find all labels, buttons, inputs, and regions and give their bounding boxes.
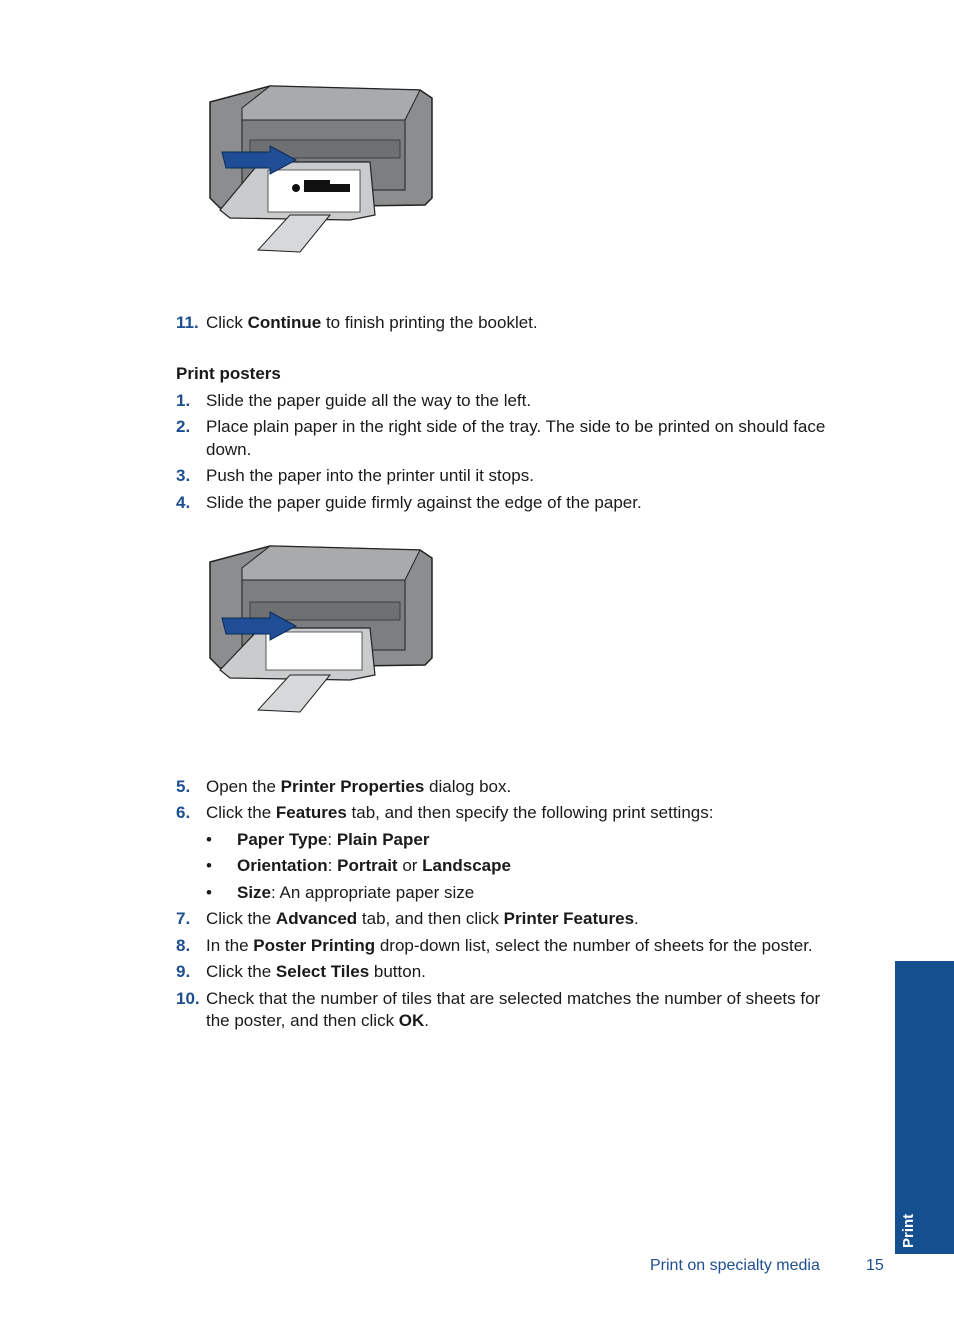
- step-number: 7.: [176, 909, 191, 928]
- step-text: drop-down list, select the number of she…: [375, 936, 813, 955]
- footer-page-number: 15: [866, 1257, 884, 1274]
- step-2-continued: down.: [206, 440, 252, 459]
- step-4: 4. Slide the paper guide firmly against t…: [176, 492, 894, 514]
- footer-section-title: Print on specialty media: [650, 1257, 820, 1274]
- step-text: .: [424, 1011, 430, 1030]
- ui-term-continue: Continue: [247, 313, 322, 332]
- ui-term-ok: OK: [398, 1011, 425, 1030]
- step-2: 2. Place plain paper in the right side of…: [176, 416, 894, 438]
- separator: :: [327, 856, 338, 875]
- step-text: Click the: [206, 909, 276, 928]
- bullet-size: • Size: An appropriate paper size: [206, 882, 474, 904]
- step-5: 5. Open the Printer Properties dialog box…: [176, 776, 894, 798]
- step-1: 1. Slide the paper guide all the way to t…: [176, 390, 894, 412]
- chapter-side-tab-label: Print: [900, 1213, 917, 1248]
- step-text: Click the: [206, 803, 276, 822]
- setting-value: Portrait: [337, 856, 398, 875]
- bullet-icon: •: [206, 856, 212, 875]
- ui-term-features: Features: [275, 803, 347, 822]
- ui-term-printer-properties: Printer Properties: [280, 777, 425, 796]
- setting-name: Size: [237, 883, 272, 902]
- step-text: Open the: [206, 777, 281, 796]
- setting-value: Landscape: [422, 856, 511, 875]
- setting-value: Plain Paper: [336, 830, 430, 849]
- step-text: the poster, and then click: [206, 1011, 399, 1030]
- step-10: 10. Check that the number of tiles that a…: [176, 988, 894, 1010]
- step-number: 8.: [176, 936, 191, 955]
- step-11: 11. Click Continue to finish printing the…: [176, 312, 894, 334]
- setting-name: Paper Type: [237, 830, 328, 849]
- step-6: 6. Click the Features tab, and then speci…: [176, 802, 894, 824]
- bullet-orientation: • Orientation: Portrait or Landscape: [206, 855, 511, 877]
- printer-loading-poster-figure: [200, 540, 440, 720]
- printer-illustration: [209, 545, 433, 713]
- step-number: 4.: [176, 493, 191, 512]
- step-8: 8. In the Poster Printing drop-down list,…: [176, 935, 894, 957]
- ui-term-select-tiles: Select Tiles: [275, 962, 370, 981]
- step-text: .: [634, 909, 639, 928]
- step-text: button.: [369, 962, 426, 981]
- step-number: 3.: [176, 466, 191, 485]
- step-text: In the: [206, 936, 254, 955]
- step-text: Check that the number of tiles that are …: [206, 989, 821, 1008]
- step-9: 9. Click the Select Tiles button.: [176, 961, 894, 983]
- step-number: 2.: [176, 417, 191, 436]
- step-7: 7. Click the Advanced tab, and then click…: [176, 908, 894, 930]
- chapter-side-tab: [895, 961, 954, 1254]
- setting-name: Orientation: [237, 856, 328, 875]
- step-text: dialog box.: [424, 777, 512, 796]
- step-text: tab, and then specify the following prin…: [346, 803, 714, 822]
- step-text: Click the: [206, 962, 276, 981]
- step-text: to finish printing the booklet.: [321, 313, 538, 332]
- step-number: 1.: [176, 391, 191, 410]
- step-text: Slide the paper guide all the way to the…: [206, 391, 532, 410]
- step-text: tab, and then click: [357, 909, 504, 928]
- step-text: Push the paper into the printer until it…: [206, 466, 534, 485]
- separator: :: [327, 830, 337, 849]
- ui-term-poster-printing: Poster Printing: [253, 936, 376, 955]
- step-text: Place plain paper in the right side of t…: [206, 417, 826, 436]
- step-text: Slide the paper guide firmly against the…: [206, 493, 642, 512]
- bullet-paper-type: • Paper Type: Plain Paper: [206, 829, 429, 851]
- section-heading: Print posters: [176, 364, 281, 383]
- step-number: 10.: [176, 989, 200, 1008]
- step-number: 9.: [176, 962, 191, 981]
- setting-value: : An appropriate paper size: [271, 883, 475, 902]
- step-3: 3. Push the paper into the printer until …: [176, 465, 894, 487]
- step-number: 6.: [176, 803, 191, 822]
- step-number: 5.: [176, 777, 191, 796]
- step-10-continued: the poster, and then click OK.: [206, 1010, 429, 1032]
- connector-text: or: [397, 856, 423, 875]
- printer-illustration: [209, 85, 433, 253]
- ui-term-advanced: Advanced: [275, 909, 358, 928]
- bullet-icon: •: [206, 830, 212, 849]
- ui-term-printer-features: Printer Features: [503, 909, 635, 928]
- printer-loading-booklet-figure: [200, 80, 440, 260]
- step-text: Click: [206, 313, 248, 332]
- bullet-icon: •: [206, 883, 212, 902]
- step-number: 11.: [176, 313, 199, 332]
